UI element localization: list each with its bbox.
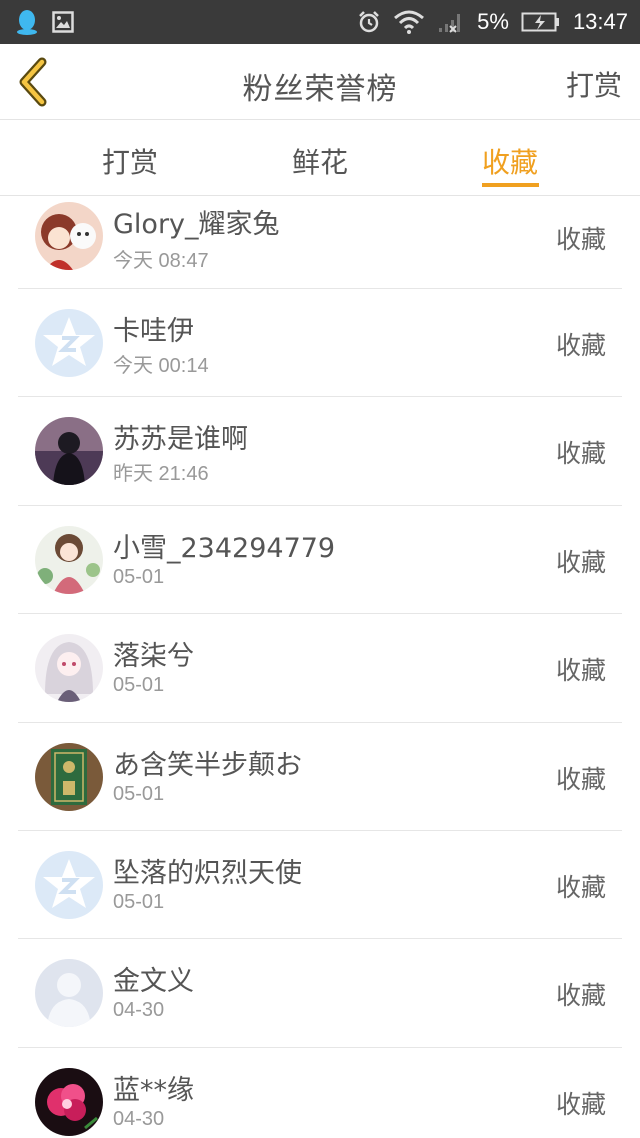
- list-item[interactable]: 金文义 04-30 收藏: [18, 939, 622, 1048]
- anime-praying-avatar-icon: [35, 634, 103, 703]
- fan-action-label: 收藏: [555, 225, 606, 254]
- anime-kimono-avatar-icon: [35, 525, 103, 594]
- fan-action-label: 收藏: [555, 656, 606, 686]
- fan-time: 昨天 21:46: [113, 463, 209, 486]
- default-person-icon: [35, 959, 103, 1028]
- fan-time: 05-01: [113, 565, 165, 588]
- fan-name: あ含笑半步颠お: [113, 749, 302, 781]
- fan-time: 今天 00:14: [113, 355, 209, 377]
- fan-action-label: 收藏: [555, 981, 606, 1011]
- dark-portrait-avatar-icon: [35, 417, 103, 486]
- fan-name: 金文义: [113, 966, 194, 998]
- avatar[interactable]: [35, 634, 103, 703]
- list-item[interactable]: 坠落的炽烈天使 05-01 收藏: [18, 831, 622, 940]
- fan-time: 04-30: [113, 999, 165, 1022]
- fan-name: 卡哇伊: [113, 316, 194, 347]
- wifi-icon: [394, 10, 425, 34]
- alarm-icon: [359, 11, 380, 33]
- fan-name: 苏苏是谁啊: [113, 424, 248, 456]
- avatar[interactable]: [35, 309, 103, 377]
- fan-time: 今天 08:47: [113, 250, 209, 272]
- list-item[interactable]: Glory_耀家兔 今天 08:47 收藏: [18, 196, 622, 289]
- status-bar: 5% 13:47: [0, 0, 640, 44]
- tab-flowers[interactable]: 鲜花: [270, 141, 370, 181]
- qq-penguin-icon: [17, 10, 37, 35]
- fan-action-label: 收藏: [555, 331, 606, 360]
- default-qq-star-icon: [35, 850, 103, 919]
- tab-bar: 打赏 鲜花 收藏: [0, 121, 640, 196]
- page-title: 粉丝荣誉榜: [242, 72, 398, 107]
- fan-time: 04-30: [113, 1107, 165, 1130]
- fan-name: 落柒兮: [113, 641, 194, 673]
- fan-name: 坠落的炽烈天使: [113, 857, 302, 889]
- fan-name: 小雪_234294779: [113, 532, 336, 564]
- avatar[interactable]: [35, 742, 103, 811]
- list-item[interactable]: 落柒兮 05-01 收藏: [18, 614, 622, 723]
- fan-time: 05-01: [113, 782, 165, 805]
- list-item[interactable]: あ含笑半步颠お 05-01 收藏: [18, 723, 622, 831]
- pink-flower-avatar-icon: [35, 1067, 103, 1136]
- header-bar: 粉丝荣誉榜 打赏: [0, 44, 640, 120]
- fan-action-label: 收藏: [555, 764, 606, 794]
- fan-time: 05-01: [113, 890, 165, 913]
- list-item[interactable]: 小雪_234294779 05-01 收藏: [18, 506, 622, 615]
- status-bar-left: [16, 9, 74, 35]
- anime-girl-avatar-icon: [35, 202, 103, 270]
- fan-action-label: 收藏: [555, 1089, 606, 1119]
- list-item[interactable]: 苏苏是谁啊 昨天 21:46 收藏: [18, 397, 622, 506]
- fan-list[interactable]: Glory_耀家兔 今天 08:47 收藏 卡哇伊 今天 00:14 收藏 苏苏…: [0, 196, 640, 1138]
- fan-name: 蓝**缘: [113, 1074, 194, 1106]
- battery-percent: 5%: [477, 9, 509, 34]
- green-book-avatar-icon: [35, 742, 103, 811]
- fan-action-label: 收藏: [555, 547, 606, 577]
- battery-charging-icon: [521, 12, 559, 32]
- tab-favorites[interactable]: 收藏: [460, 141, 560, 181]
- tab-tip[interactable]: 打赏: [80, 141, 180, 181]
- list-item[interactable]: 蓝**缘 04-30 收藏: [18, 1048, 622, 1138]
- clock: 13:47: [572, 9, 628, 34]
- fan-action-label: 收藏: [555, 439, 606, 469]
- avatar[interactable]: [35, 202, 103, 270]
- gallery-icon: [52, 11, 74, 33]
- fan-name: Glory_耀家兔: [113, 209, 280, 240]
- list-item[interactable]: 卡哇伊 今天 00:14 收藏: [18, 289, 622, 398]
- avatar[interactable]: [35, 1067, 103, 1136]
- avatar[interactable]: [35, 525, 103, 594]
- avatar[interactable]: [35, 850, 103, 919]
- active-tab-indicator: [482, 183, 539, 187]
- tip-button[interactable]: 打赏: [566, 64, 622, 104]
- fan-time: 05-01: [113, 674, 165, 697]
- fan-action-label: 收藏: [555, 872, 606, 902]
- avatar[interactable]: [35, 417, 103, 486]
- avatar[interactable]: [35, 959, 103, 1028]
- default-qq-star-icon: [35, 309, 103, 377]
- signal-icon: [439, 14, 461, 33]
- status-bar-right: 5% 13:47: [357, 0, 628, 44]
